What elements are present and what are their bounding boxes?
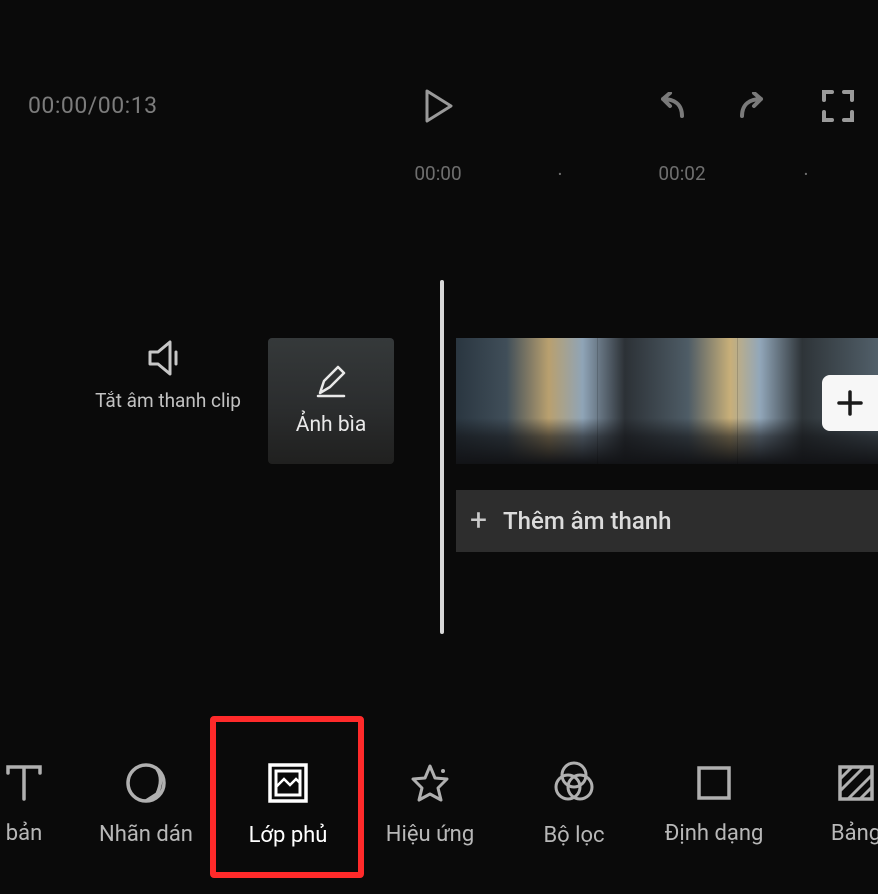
timeline-ruler: 00:00 · 00:02 · [0,162,878,188]
speaker-icon [146,338,190,378]
tool-label: Hiệu ứng [386,822,474,847]
redo-icon [736,92,772,120]
undo-icon [652,92,688,120]
ruler-dot: · [557,162,562,186]
mute-clip-button[interactable]: Tắt âm thanh clip [88,338,248,414]
edit-icon [314,365,348,399]
video-clip[interactable] [456,338,878,464]
tool-label: bản [6,821,42,846]
tool-effects[interactable]: Hiệu ứng [356,762,504,847]
tool-overlay[interactable]: Lớp phủ [214,761,362,848]
redo-button[interactable] [734,86,774,126]
tool-sticker[interactable]: Nhãn dán [72,762,220,847]
play-button[interactable] [418,85,460,127]
ruler-mark: 00:00 [414,162,461,185]
tool-label: Nhãn dán [99,822,193,847]
fullscreen-button[interactable] [818,86,858,126]
star-icon [409,762,451,804]
cover-clip-label: Ảnh bìa [296,413,367,437]
tool-table[interactable]: Bảng [782,763,878,846]
ruler-dot: · [803,162,808,186]
overlay-icon [266,761,310,805]
plus-icon [836,389,864,417]
tool-format[interactable]: Định dạng [640,763,788,846]
add-audio-track[interactable]: + Thêm âm thanh [456,490,878,552]
tool-label: Định dạng [665,821,764,846]
tool-filter[interactable]: Bộ lọc [500,761,648,848]
tool-label: Bảng [831,821,878,846]
add-audio-label: Thêm âm thanh [503,507,671,535]
hatch-icon [836,763,876,803]
cover-clip-button[interactable]: Ảnh bìa [268,338,394,464]
sticker-icon [125,762,167,804]
timecode-display: 00:00/00:13 [28,92,158,119]
tool-label: Bộ lọc [543,823,604,848]
tool-label: Lớp phủ [249,823,328,848]
play-icon [424,89,454,123]
ruler-mark: 00:02 [658,162,705,185]
playhead[interactable] [440,280,444,634]
undo-button[interactable] [650,86,690,126]
text-icon [4,763,44,803]
format-icon [694,763,734,803]
filter-icon [552,761,596,805]
mute-clip-label: Tắt âm thanh clip [88,388,248,414]
add-clip-button[interactable] [822,375,878,431]
plus-icon: + [470,506,487,536]
bottom-toolbar: bản Nhãn dán Lớp phủ Hiệu ứng Bộ lọc [0,744,878,864]
fullscreen-icon [822,90,854,122]
